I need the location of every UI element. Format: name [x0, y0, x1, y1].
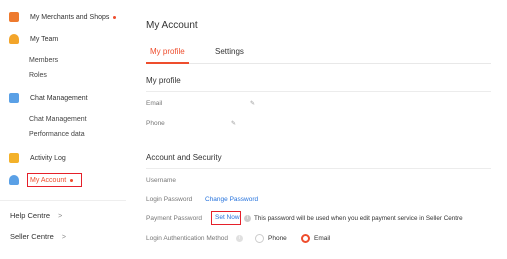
tab-settings[interactable]: Settings	[215, 47, 244, 56]
active-tab-indicator	[146, 62, 189, 64]
sidebar-item-performance[interactable]: Performance data	[29, 131, 85, 138]
sidebar-item-label: My Team	[30, 35, 59, 43]
radio-email[interactable]	[301, 234, 310, 243]
divider	[146, 91, 491, 92]
seller-centre-label: Seller Centre	[10, 232, 54, 241]
payment-password-label: Payment Password	[146, 215, 202, 222]
info-icon: i	[236, 235, 243, 242]
tabs-divider	[146, 63, 491, 64]
section-title-security: Account and Security	[146, 153, 222, 162]
radio-phone-label: Phone	[268, 235, 287, 242]
main-panel: My Account My profile Settings My profil…	[128, 0, 507, 259]
sidebar-item-activity[interactable]: Activity Log	[9, 151, 66, 165]
login-password-label: Login Password	[146, 196, 193, 203]
shop-icon	[9, 12, 19, 22]
section-title-profile: My profile	[146, 76, 181, 85]
seller-centre-link[interactable]: Seller Centre >	[10, 232, 66, 241]
sidebar-item-chat[interactable]: Chat Management	[9, 91, 88, 105]
radio-phone[interactable]	[255, 234, 264, 243]
sidebar-item-chat-management[interactable]: Chat Management	[29, 116, 87, 123]
page-title: My Account	[146, 20, 198, 31]
tab-my-profile[interactable]: My profile	[150, 47, 185, 56]
chevron-right-icon: >	[61, 234, 66, 241]
sidebar-item-merchants[interactable]: My Merchants and Shops	[9, 10, 117, 24]
chevron-right-icon: >	[58, 213, 63, 220]
edit-phone-icon[interactable]: ✎	[231, 120, 236, 127]
sidebar-item-team[interactable]: My Team	[9, 32, 58, 46]
account-icon	[9, 175, 19, 185]
chat-icon	[9, 93, 19, 103]
divider	[0, 200, 126, 201]
divider	[146, 168, 491, 169]
login-auth-label: Login Authentication Method	[146, 235, 229, 242]
phone-label: Phone	[146, 120, 165, 127]
help-centre-link[interactable]: Help Centre >	[10, 211, 62, 220]
sidebar-item-label: Chat Management	[30, 94, 88, 102]
sidebar: My Merchants and Shops My Team Members R…	[0, 0, 126, 259]
change-password-link[interactable]: Change Password	[205, 196, 258, 203]
notification-dot	[113, 15, 117, 19]
sidebar-item-members[interactable]: Members	[29, 57, 58, 64]
edit-email-icon[interactable]: ✎	[250, 100, 255, 107]
info-icon: i	[244, 215, 251, 222]
set-now-link[interactable]: Set Now	[215, 214, 240, 221]
activity-log-icon	[9, 153, 19, 163]
highlight-box	[27, 173, 82, 187]
radio-email-label: Email	[314, 235, 331, 242]
sidebar-item-label: My Merchants and Shops	[30, 13, 110, 21]
sidebar-item-label: Activity Log	[30, 154, 66, 162]
team-icon	[9, 34, 19, 44]
sidebar-item-roles[interactable]: Roles	[29, 72, 47, 79]
payment-info-text: This password will be used when you edit…	[254, 215, 463, 222]
email-label: Email	[146, 100, 163, 107]
help-centre-label: Help Centre	[10, 211, 51, 220]
username-label: Username	[146, 177, 176, 184]
